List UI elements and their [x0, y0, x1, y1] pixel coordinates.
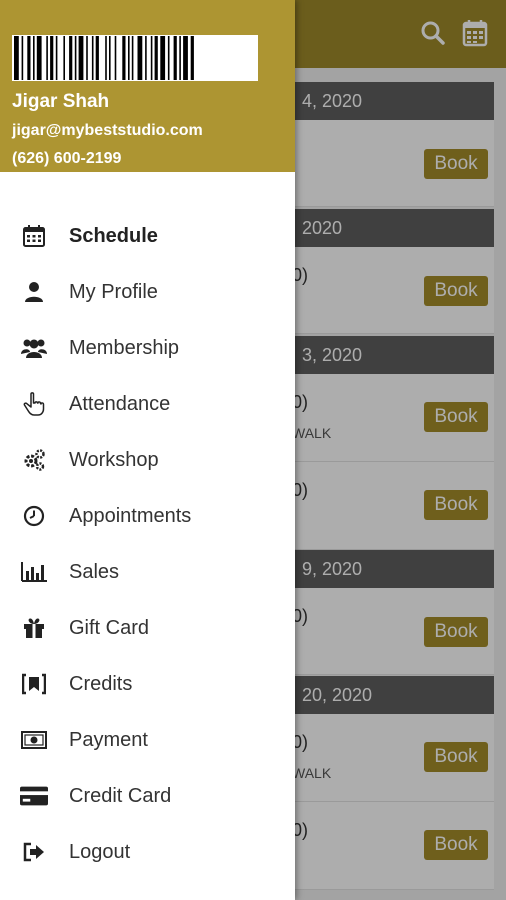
users-icon	[20, 334, 48, 362]
menu-label: Payment	[69, 728, 148, 751]
user-phone: (626) 600-2199	[12, 150, 122, 167]
user-icon	[20, 278, 48, 306]
user-email: jigar@mybeststudio.com	[12, 122, 203, 139]
menu-label: Credits	[69, 672, 133, 695]
menu-item-credits[interactable]: Credits	[0, 656, 295, 712]
menu-item-membership[interactable]: Membership	[0, 320, 295, 376]
barcode-image	[12, 35, 258, 81]
money-icon	[20, 726, 48, 754]
menu-label: Attendance	[69, 392, 171, 415]
menu-label: Sales	[69, 560, 120, 583]
menu-label: Credit Card	[69, 784, 172, 807]
menu-item-schedule[interactable]: Schedule	[0, 208, 295, 264]
credit-card-icon	[20, 782, 48, 810]
gears-icon	[20, 446, 48, 474]
menu-label: My Profile	[69, 280, 158, 303]
drawer-header: Jigar Shah jigar@mybeststudio.com (626) …	[0, 0, 295, 172]
menu-item-gift-card[interactable]: Gift Card	[0, 600, 295, 656]
menu-label: Gift Card	[69, 616, 150, 639]
menu-label: Membership	[69, 336, 180, 359]
menu-item-logout[interactable]: Logout	[0, 824, 295, 880]
menu-label: Workshop	[69, 448, 159, 471]
menu-item-credit-card[interactable]: Credit Card	[0, 768, 295, 824]
logout-icon	[20, 838, 48, 866]
user-name: Jigar Shah	[12, 91, 110, 112]
hand-pointer-icon	[20, 390, 48, 418]
menu-item-sales[interactable]: Sales	[0, 544, 295, 600]
menu-item-attendance[interactable]: Attendance	[0, 376, 295, 432]
menu-item-my-profile[interactable]: My Profile	[0, 264, 295, 320]
credits-icon	[20, 670, 48, 698]
menu-item-workshop[interactable]: Workshop	[0, 432, 295, 488]
menu-label: Schedule	[69, 224, 158, 247]
bar-chart-icon	[20, 558, 48, 586]
clock-icon	[20, 502, 48, 530]
gift-icon	[20, 614, 48, 642]
menu-item-payment[interactable]: Payment	[0, 712, 295, 768]
menu-item-appointments[interactable]: Appointments	[0, 488, 295, 544]
menu-label: Logout	[69, 840, 131, 863]
navigation-drawer: Jigar Shah jigar@mybeststudio.com (626) …	[0, 0, 295, 900]
calendar-icon	[20, 222, 48, 250]
menu-label: Appointments	[69, 504, 192, 527]
